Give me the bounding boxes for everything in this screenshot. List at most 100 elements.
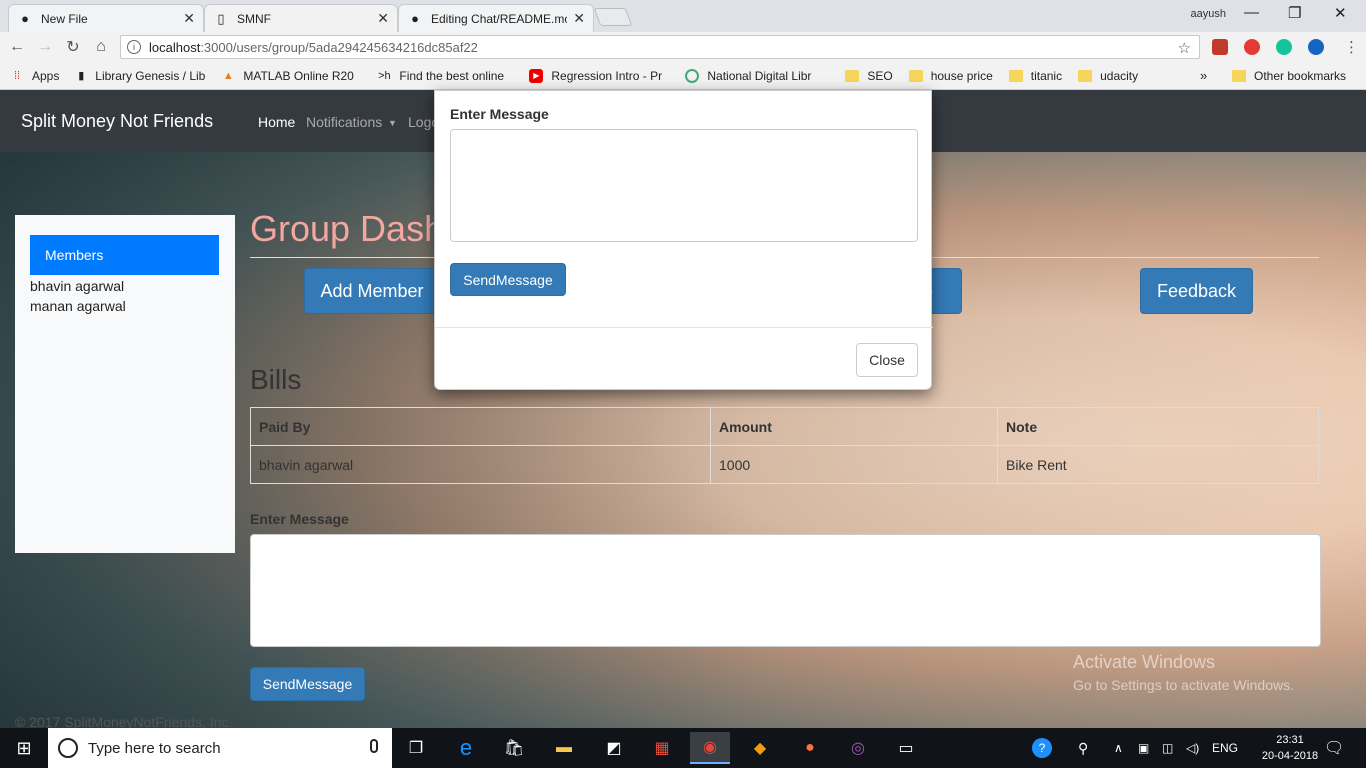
site-brand[interactable]: Split Money Not Friends: [21, 111, 213, 132]
tab-editing-chat[interactable]: ● Editing Chat/README.mc ✕: [398, 4, 594, 32]
nav-notifications[interactable]: Notifications: [306, 114, 382, 130]
bookmark-house-price[interactable]: house price: [908, 68, 993, 83]
member-item: manan agarwal: [30, 298, 126, 314]
message-textarea[interactable]: [250, 534, 1321, 647]
windows-start-icon[interactable]: ⊞: [0, 728, 48, 768]
taskbar-clock[interactable]: 23:31 20-04-2018: [1258, 732, 1322, 764]
extension-globe-icon[interactable]: [1308, 39, 1324, 55]
members-header[interactable]: Members: [30, 235, 219, 275]
grammarly-icon[interactable]: [1276, 39, 1292, 55]
terminal-icon[interactable]: ▭: [886, 732, 926, 764]
cortana-icon: [58, 738, 78, 758]
add-member-button[interactable]: Add Member: [304, 268, 440, 314]
notification-center-icon[interactable]: 🗨: [1324, 728, 1344, 768]
bookmark-label: SEO: [867, 68, 893, 83]
address-bar[interactable]: i localhost:3000/users/group/5ada2942456…: [120, 35, 1200, 59]
chevron-down-icon[interactable]: ▼: [388, 118, 397, 128]
footer-copyright: © 2017 SplitMoneyNotFriends, Inc.: [15, 714, 233, 728]
adblock-icon[interactable]: [1244, 39, 1260, 55]
file-explorer-icon[interactable]: ▬: [544, 732, 584, 764]
column-header: Note: [997, 407, 1319, 446]
wifi-icon[interactable]: ◫: [1162, 728, 1173, 768]
bookmark-star-icon[interactable]: ☆: [1178, 39, 1191, 57]
app-grid-icon[interactable]: ▦: [642, 732, 682, 764]
member-item: bhavin agarwal: [30, 278, 125, 294]
clock-date: 20-04-2018: [1261, 750, 1319, 762]
git-icon[interactable]: ◆: [740, 732, 780, 764]
task-view-icon[interactable]: ❐: [396, 732, 436, 764]
menu-dots-icon[interactable]: ⋮: [1344, 38, 1359, 56]
browser-toolbar: ← → ↻ ⌂ i localhost:3000/users/group/5ad…: [0, 32, 1366, 62]
message-modal: Enter Message SendMessage Close: [434, 90, 933, 390]
folder-icon: [1008, 69, 1023, 82]
more-bookmarks-chevron[interactable]: »: [1200, 68, 1207, 83]
help-icon[interactable]: ?: [1032, 728, 1052, 768]
close-icon[interactable]: ✕: [377, 10, 389, 27]
feedback-button[interactable]: Feedback: [1140, 268, 1253, 314]
tab-smnf[interactable]: ▯ SMNF ✕: [204, 4, 398, 32]
browser-tabstrip: ● New File ✕ ▯ SMNF ✕ ● Editing Chat/REA…: [0, 0, 1366, 32]
bookmark-label: MATLAB Online R20: [243, 68, 354, 83]
new-tab-button[interactable]: [593, 8, 633, 26]
bookmark-label: Find the best online: [399, 68, 505, 83]
people-icon[interactable]: ⚲: [1078, 728, 1088, 768]
search-placeholder: Type here to search: [88, 739, 221, 757]
forward-arrow-icon[interactable]: →: [31, 38, 59, 56]
edge-icon[interactable]: e: [446, 732, 486, 764]
bills-table: Paid By Amount Note bhavin agarwal 1000 …: [250, 407, 1319, 484]
info-icon[interactable]: i: [127, 40, 141, 54]
minimize-icon[interactable]: —: [1244, 4, 1259, 21]
bookmark-library-genesis[interactable]: ▮ Library Genesis / Lib: [75, 69, 205, 83]
github-desktop-icon[interactable]: ◎: [838, 732, 878, 764]
tab-new-file[interactable]: ● New File ✕: [8, 4, 204, 32]
close-icon[interactable]: ✕: [183, 10, 195, 27]
restore-icon[interactable]: ❐: [1288, 4, 1301, 22]
bookmark-seo[interactable]: SEO: [845, 68, 893, 83]
tray-chevron-icon[interactable]: ∧: [1114, 728, 1123, 768]
extension-book-icon[interactable]: [1212, 39, 1228, 55]
modal-message-textarea[interactable]: [450, 129, 918, 242]
folder-icon: [1232, 69, 1246, 82]
send-message-button[interactable]: SendMessage: [250, 667, 365, 701]
modal-message-label: Enter Message: [450, 106, 549, 122]
bookmarks-bar: ⁞⁞ Apps ▮ Library Genesis / Lib ▲ MATLAB…: [0, 62, 1366, 90]
bookmark-udacity[interactable]: udacity: [1078, 69, 1138, 83]
profile-name[interactable]: aayush: [1191, 8, 1226, 20]
ndl-icon: [685, 68, 700, 83]
bookmark-titanic[interactable]: titanic: [1008, 68, 1063, 83]
bookmark-other[interactable]: Other bookmarks: [1232, 69, 1346, 83]
modal-send-button[interactable]: SendMessage: [450, 263, 566, 296]
store-icon[interactable]: 🛍: [494, 732, 534, 764]
bookmark-hackerrank[interactable]: >h Find the best online: [377, 69, 513, 83]
nav-home[interactable]: Home: [258, 114, 295, 130]
message-label: Enter Message: [250, 511, 349, 527]
bookmark-regression[interactable]: ▶ Regression Intro - Pr: [529, 68, 669, 83]
volume-icon[interactable]: ◁): [1186, 728, 1199, 768]
close-icon[interactable]: ✕: [573, 10, 585, 27]
table-cell: Bike Rent: [997, 445, 1319, 484]
language-indicator[interactable]: ENG: [1212, 728, 1238, 768]
bookmark-matlab[interactable]: ▲ MATLAB Online R20: [221, 69, 361, 83]
page-icon: ▯: [217, 10, 225, 26]
firefox-icon[interactable]: ●: [790, 732, 830, 764]
taskbar-search-box[interactable]: Type here to search: [48, 728, 392, 768]
sticky-notes-icon[interactable]: ◩: [594, 732, 634, 764]
chrome-icon[interactable]: ◉: [690, 732, 730, 764]
back-arrow-icon[interactable]: ←: [3, 38, 31, 56]
bookmark-label: National Digital Libr: [707, 68, 812, 83]
github-icon: ●: [411, 11, 419, 26]
members-sidebar: Members bhavin agarwal manan agarwal: [15, 215, 235, 553]
microphone-icon[interactable]: [370, 739, 378, 753]
page-title: Group Dash: [250, 208, 445, 249]
modal-close-button[interactable]: Close: [856, 343, 918, 377]
home-icon[interactable]: ⌂: [87, 38, 115, 56]
network-icon[interactable]: ▣: [1138, 728, 1149, 768]
bills-title: Bills: [250, 364, 302, 395]
reload-icon[interactable]: ↻: [59, 37, 87, 57]
bookmark-ndl[interactable]: National Digital Libr: [685, 68, 829, 83]
window-close-icon[interactable]: ✕: [1334, 4, 1347, 22]
bookmark-label: titanic: [1030, 68, 1063, 83]
bookmark-apps[interactable]: ⁞⁞ Apps: [10, 69, 59, 83]
bookmark-label: house price: [930, 68, 993, 83]
clock-time: 23:31: [1276, 734, 1304, 746]
